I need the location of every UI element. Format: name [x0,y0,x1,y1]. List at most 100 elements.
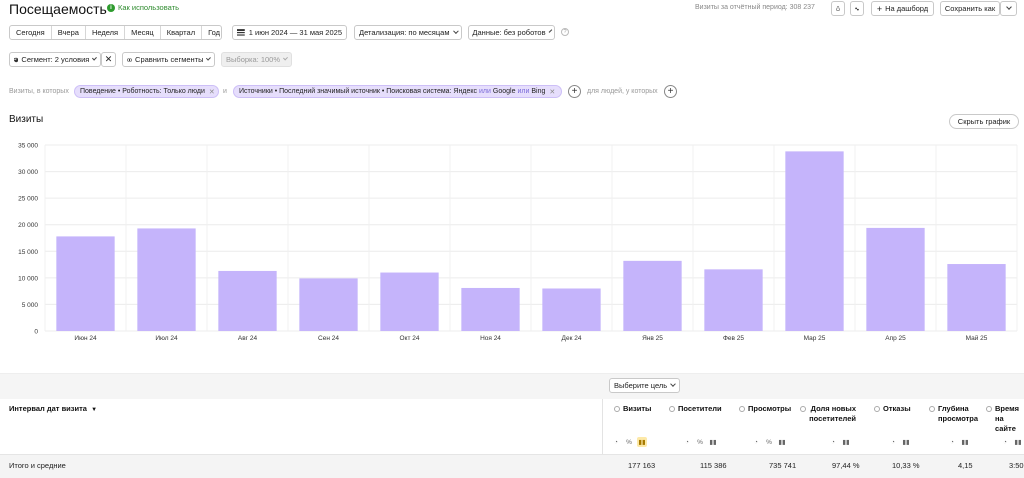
column-visitors[interactable]: Посетители [669,404,722,414]
y-tick-label: 20 000 [18,222,38,229]
column-visits[interactable]: Визиты [614,404,651,414]
radio-icon[interactable] [986,406,992,412]
column-bounce[interactable]: Отказы [874,404,911,414]
x-tick-label: Июл 24 [155,335,178,342]
visits-total-text: Визиты за отчётный период: 308 237 [695,4,815,11]
data-mode-dropdown[interactable]: Данные: без роботов [468,25,555,40]
group-header-label: Интервал дат визита [9,404,87,413]
bar [947,264,1006,331]
add-visit-condition-button[interactable]: + [568,85,581,98]
period-today[interactable]: Сегодня [10,26,52,39]
period-quarter[interactable]: Квартал [161,26,203,39]
bar-chart-icon[interactable]: ▮▮ [1013,437,1023,447]
goal-label: Выберите цель [614,381,668,390]
radio-icon[interactable] [800,406,806,412]
pie-chart-icon[interactable]: ◔ [888,437,898,447]
add-people-condition-button[interactable]: + [664,85,677,98]
radio-icon[interactable] [874,406,880,413]
data-mode-info-icon[interactable]: ? [561,28,569,36]
column-label: Отказы [883,404,911,413]
bar [461,287,520,331]
totals-row [0,454,1024,478]
period-selector: Сегодня Вчера Неделя Месяц Квартал Год [9,25,222,40]
x-tick-label: Июн 24 [74,335,97,342]
chevron-down-icon [283,55,288,61]
radio-icon[interactable] [669,406,675,413]
compare-segments-dropdown[interactable]: Сравнить сегменты [122,52,215,67]
save-as-button[interactable]: Сохранить как [940,1,1000,16]
chevron-down-icon [452,28,458,34]
how-to-use-link[interactable]: i Как использовать [107,3,179,12]
radio-icon[interactable] [614,406,620,413]
bar [299,278,358,331]
column-pageviews[interactable]: Просмотры [739,404,791,414]
bar-chart-icon[interactable]: ▮▮ [841,437,851,447]
segment-clear-button[interactable]: ✕ [101,52,116,67]
x-tick-label: Фев 25 [723,335,744,342]
close-icon[interactable]: ✕ [209,88,215,96]
period-year[interactable]: Год [202,26,221,39]
add-to-dashboard-button[interactable]: + На дашборд [871,1,934,16]
dashboard-label: На дашборд [885,4,929,13]
group-column-header[interactable]: Интервал дат визита ▼ [9,404,97,415]
percent-icon[interactable]: % [695,437,705,447]
date-range-picker[interactable]: 1 июн 2024 — 31 мая 2025 [232,25,347,40]
bar [56,236,115,331]
total-depth: 4,15 [958,461,973,470]
filter-tag-robots[interactable]: Поведение • Роботность: Только люди ✕ [74,85,219,98]
x-tick-label: Мар 25 [804,335,826,342]
pie-chart-icon[interactable]: ◔ [611,437,621,447]
pie-chart-icon[interactable]: ◔ [1000,437,1010,447]
period-month[interactable]: Месяц [125,26,161,39]
radio-icon[interactable] [929,406,935,412]
segment-dropdown[interactable]: Сегмент: 2 условия [9,52,101,67]
column-new-visitors[interactable]: Доля новых посетителей [800,404,856,424]
total-new-share: 97,44 % [832,461,860,470]
filter-tag-label: Bing [531,88,546,95]
totals-label: Итого и средние [9,461,66,470]
info-icon: i [107,3,115,12]
pie-chart-icon[interactable]: ◔ [751,437,761,447]
api-icon [855,6,859,11]
api-button[interactable] [850,1,864,16]
calendar-icon [237,29,245,36]
y-tick-label: 35 000 [18,143,38,150]
pie-chart-icon[interactable]: ◔ [828,437,838,447]
data-mode-label: Данные: без роботов [472,28,546,37]
date-range-label: 1 июн 2024 — 31 мая 2025 [248,28,342,37]
sample-dropdown[interactable]: Выборка: 100% [221,52,292,67]
filter-tag-search-engines[interactable]: Источники • Последний значимый источник … [233,85,562,98]
chevron-down-icon [670,381,676,387]
bar-chart-icon[interactable]: ▮▮ [777,437,787,447]
bar-chart-icon[interactable]: ▮▮ [637,437,647,447]
total-time: 3:50 [1009,461,1024,470]
bar-chart-icon[interactable]: ▮▮ [901,437,911,447]
percent-icon[interactable]: % [764,437,774,447]
column-label: Глубина просмотра [938,404,979,423]
save-as-dropdown[interactable] [1000,1,1017,16]
export-button[interactable] [831,1,845,16]
period-week[interactable]: Неделя [86,26,126,39]
detail-dropdown[interactable]: Детализация: по месяцам [354,25,462,40]
segment-label: Сегмент: 2 условия [21,55,90,64]
bar [704,269,763,331]
close-icon: ✕ [104,54,113,64]
close-icon[interactable]: ✕ [549,88,555,96]
compare-icon [127,57,133,62]
sample-label: Выборка: 100% [226,55,280,64]
select-goal-dropdown[interactable]: Выберите цель [609,378,680,393]
column-depth[interactable]: Глубина просмотра [929,404,978,424]
y-tick-label: 0 [34,329,38,336]
pie-chart-icon[interactable]: ◔ [947,437,957,447]
percent-icon[interactable]: % [624,437,634,447]
x-tick-label: Авг 24 [238,335,258,342]
column-time[interactable]: Время на сайте [986,404,1024,434]
pie-chart-icon[interactable]: ◔ [682,437,692,447]
segment-pie-icon [14,57,19,62]
hide-chart-button[interactable]: Скрыть график [949,114,1019,129]
bar-chart-icon[interactable]: ▮▮ [708,437,718,447]
radio-icon[interactable] [739,406,745,413]
bar-chart-icon[interactable]: ▮▮ [960,437,970,447]
plus-icon: + [876,3,883,14]
period-yesterday[interactable]: Вчера [52,26,86,39]
